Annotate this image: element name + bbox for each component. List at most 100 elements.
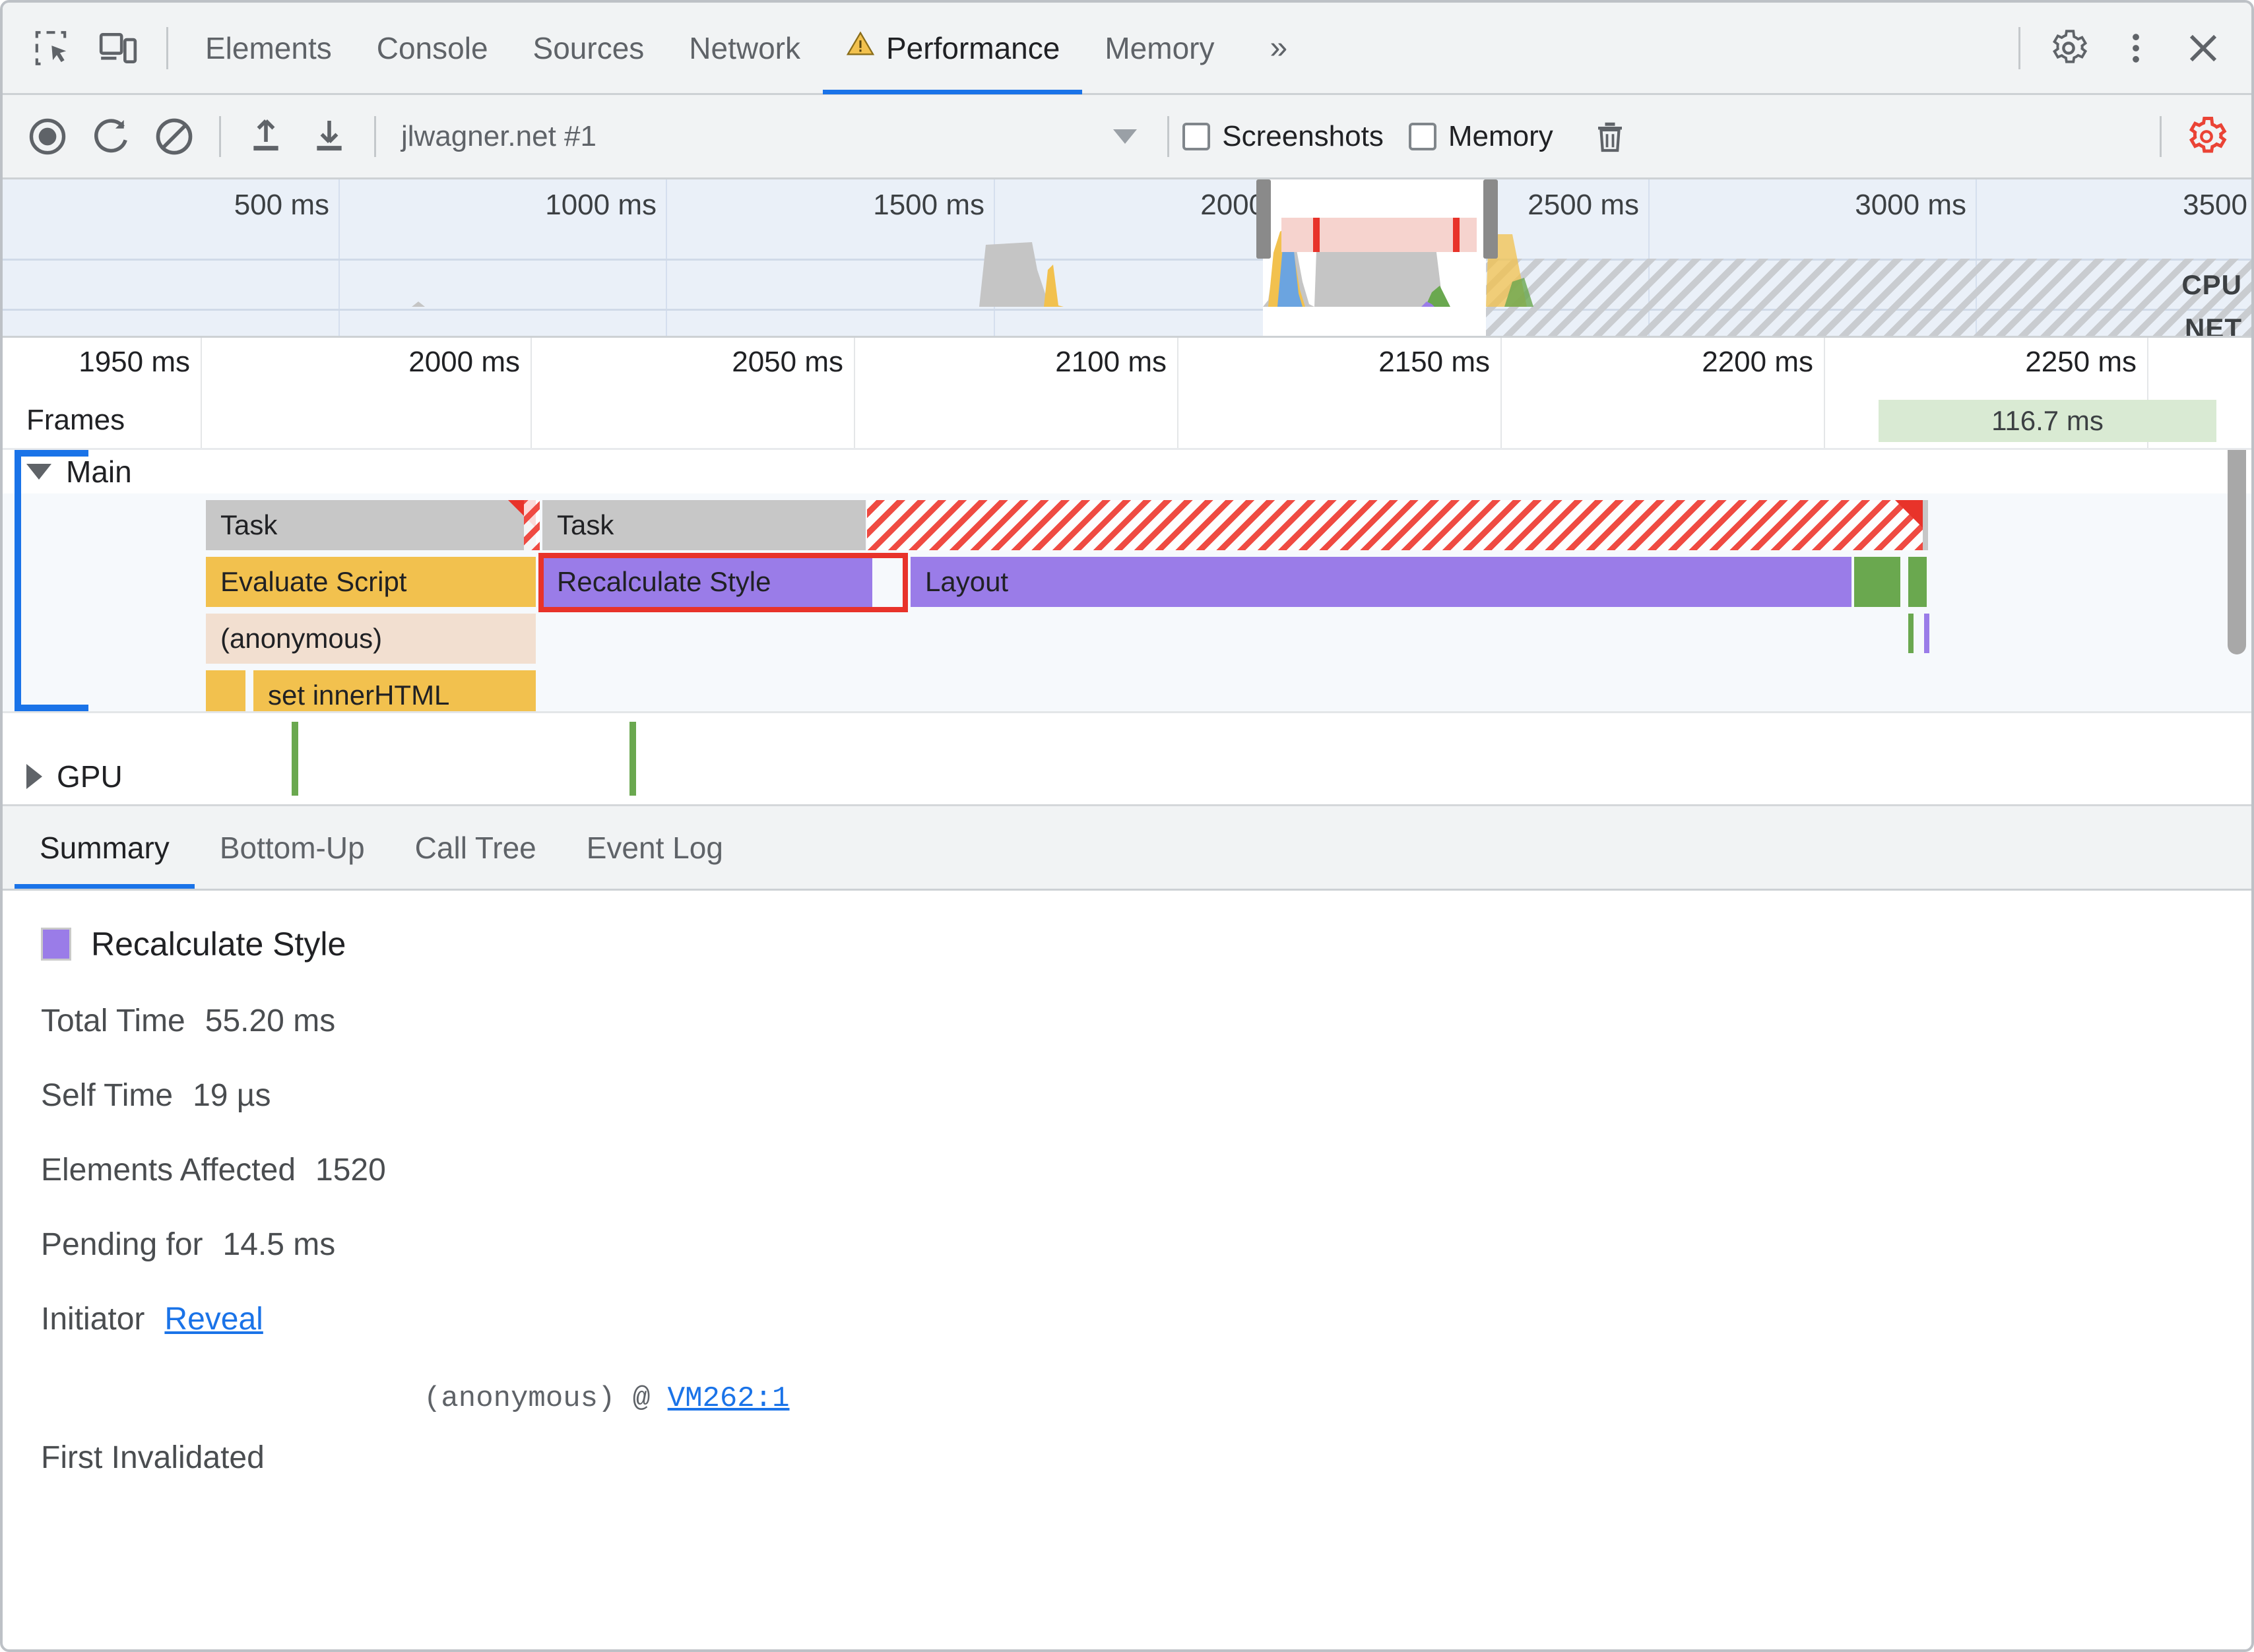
- tab-sources[interactable]: Sources: [511, 3, 667, 94]
- summary-value: 1520: [315, 1153, 386, 1188]
- tab-label: Memory: [1105, 30, 1215, 65]
- overview-tick: 1000 ms: [545, 189, 657, 221]
- reveal-initiator-link[interactable]: Reveal: [164, 1301, 263, 1337]
- gpu-activity-marker[interactable]: [629, 722, 636, 796]
- overview-tick: 500 ms: [234, 189, 329, 221]
- net-request-marker: [1313, 218, 1320, 252]
- flame-bar-task[interactable]: Task: [206, 500, 536, 550]
- tab-call-tree[interactable]: Call Tree: [390, 806, 562, 889]
- profile-selector-label[interactable]: jlwagner.net #1: [389, 120, 608, 153]
- trash-icon[interactable]: [1582, 109, 1638, 164]
- first-invalidated-value: (anonymous) @ VM262:1: [424, 1382, 790, 1415]
- summary-row-first-invalidated: First Invalidated (anonymous) @ VM262:1: [41, 1376, 2213, 1481]
- memory-checkbox[interactable]: Memory: [1408, 120, 1553, 153]
- reload-and-record-icon[interactable]: [83, 109, 139, 164]
- warning-triangle-icon: [845, 29, 876, 67]
- summary-row-total-time: Total Time 55.20 ms: [41, 1003, 2213, 1039]
- ruler-tick: 2100 ms: [1055, 346, 1167, 378]
- ruler-tick: 2000 ms: [408, 346, 520, 378]
- record-icon[interactable]: [20, 109, 75, 164]
- flame-bar-task[interactable]: Task: [542, 500, 866, 550]
- details-tab-label: Summary: [40, 830, 170, 865]
- track-selection-bracket-bottom: [15, 705, 88, 711]
- tab-label: Performance: [886, 30, 1060, 65]
- close-icon[interactable]: [2175, 20, 2232, 77]
- upload-profile-icon[interactable]: [238, 109, 294, 164]
- track-group-gpu[interactable]: GPU: [3, 755, 2251, 798]
- overview-left-handle[interactable]: [1256, 179, 1271, 259]
- flame-bar-label: Recalculate Style: [557, 566, 771, 597]
- performance-toolbar: jlwagner.net #1 Screenshots Memory: [3, 95, 2251, 179]
- toolbar-divider-1: [219, 115, 221, 157]
- track-group-main[interactable]: Main: [3, 450, 2251, 493]
- tabbar-divider: [166, 26, 168, 69]
- screenshots-checkbox[interactable]: Screenshots: [1182, 120, 1384, 153]
- tab-performance[interactable]: Performance: [823, 3, 1083, 94]
- screenshots-label: Screenshots: [1222, 119, 1384, 152]
- tab-label: Elements: [205, 30, 332, 65]
- frame-duration-badge[interactable]: 116.7 ms: [1879, 400, 2216, 442]
- chevron-right-icon[interactable]: [26, 764, 42, 789]
- cpu-activity-chart: [3, 242, 2251, 307]
- summary-row-elements-affected: Elements Affected 1520: [41, 1152, 2213, 1188]
- flame-bar-layout[interactable]: Layout: [911, 557, 1852, 607]
- inspect-element-icon[interactable]: [22, 20, 79, 77]
- tab-memory[interactable]: Memory: [1082, 3, 1237, 94]
- summary-row-pending-for: Pending for 14.5 ms: [41, 1226, 2213, 1263]
- checkbox-box[interactable]: [1408, 122, 1436, 150]
- net-selected-bar: [1281, 218, 1477, 252]
- clear-icon[interactable]: [146, 109, 202, 164]
- long-task-marker-icon: [1895, 500, 1923, 528]
- track-selection-bracket-top: [15, 450, 88, 457]
- chevron-down-icon[interactable]: [1113, 129, 1138, 144]
- flame-bar-label: (anonymous): [220, 623, 383, 654]
- summary-key: Total Time: [41, 1003, 185, 1038]
- more-tabs-label: »: [1270, 30, 1287, 65]
- device-toolbar-icon[interactable]: [90, 20, 146, 77]
- capture-settings-gear-icon[interactable]: [2179, 109, 2234, 164]
- tab-event-log[interactable]: Event Log: [562, 806, 748, 889]
- tab-network[interactable]: Network: [666, 3, 823, 94]
- long-task-hatch: [867, 500, 1923, 550]
- summary-key: First Invalidated: [41, 1440, 265, 1475]
- tab-bottom-up[interactable]: Bottom-Up: [195, 806, 390, 889]
- flame-bar-commit[interactable]: [1908, 557, 1927, 607]
- flame-bar-recalculate-style[interactable]: Recalculate Style: [542, 557, 872, 607]
- checkbox-box[interactable]: [1182, 122, 1211, 150]
- long-task-hatch: [524, 500, 540, 550]
- summary-key: Initiator: [41, 1302, 145, 1337]
- flame-bar-evaluate-script[interactable]: Evaluate Script: [206, 557, 536, 607]
- flamechart[interactable]: Main Task Task Evaluate Script Recalcula…: [3, 450, 2251, 806]
- track-selection-bracket: [15, 450, 21, 711]
- tab-elements[interactable]: Elements: [183, 3, 354, 94]
- gear-icon[interactable]: [2040, 20, 2097, 77]
- timeline-overview[interactable]: 500 ms 1000 ms 1500 ms 2000 ms 2500 ms 3…: [3, 179, 2251, 338]
- frames-track[interactable]: Frames 116.7 ms: [3, 396, 2251, 450]
- track-label: GPU: [57, 759, 123, 794]
- overview-selection-window[interactable]: [1263, 179, 1486, 336]
- first-invalidated-function: (anonymous) @: [424, 1382, 668, 1415]
- flame-bar-label: Task: [557, 509, 614, 540]
- overview-right-handle[interactable]: [1483, 179, 1498, 259]
- flame-bar-anonymous[interactable]: (anonymous): [206, 614, 536, 664]
- tab-label: Network: [689, 30, 800, 65]
- overview-tick: 3500: [2183, 189, 2247, 221]
- tab-summary[interactable]: Summary: [15, 806, 195, 889]
- tab-label: Sources: [532, 30, 645, 65]
- flamechart-scrollbar[interactable]: [2228, 450, 2246, 654]
- summary-event-title: Recalculate Style: [41, 925, 2213, 963]
- devtools-window: Elements Console Sources Network Perform…: [0, 0, 2254, 1652]
- summary-key: Self Time: [41, 1078, 174, 1113]
- more-vertical-icon[interactable]: [2108, 20, 2164, 77]
- more-tabs-icon[interactable]: »: [1237, 3, 1316, 94]
- flame-bar-paint[interactable]: [1854, 557, 1900, 607]
- summary-title-text: Recalculate Style: [91, 926, 346, 963]
- toolbar-divider-3: [1167, 115, 1170, 157]
- tab-console[interactable]: Console: [354, 3, 511, 94]
- details-tab-label: Call Tree: [414, 830, 536, 865]
- download-profile-icon[interactable]: [302, 109, 357, 164]
- tabbar-actions-divider: [2018, 26, 2020, 69]
- gpu-activity-marker[interactable]: [292, 722, 298, 796]
- chevron-down-icon[interactable]: [26, 464, 51, 480]
- source-location-link[interactable]: VM262:1: [668, 1382, 790, 1415]
